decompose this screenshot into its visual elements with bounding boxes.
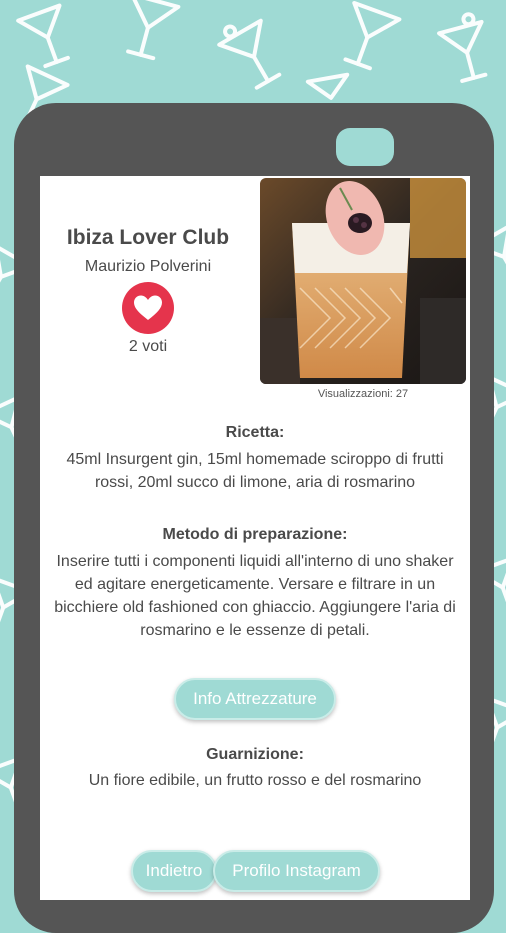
instagram-profile-button[interactable]: Profilo Instagram xyxy=(213,850,380,892)
garnish-text: Un fiore edibile, un frutto rosso e del … xyxy=(88,772,422,789)
equipment-info-button[interactable]: Info Attrezzature xyxy=(174,678,336,720)
like-button[interactable] xyxy=(122,282,174,334)
vote-count: 2 voti xyxy=(128,338,168,355)
method-text: Inserire tutti i componenti liquidi all'… xyxy=(54,553,456,639)
back-button[interactable]: Indietro xyxy=(131,850,217,892)
cocktail-glass-icon xyxy=(126,0,181,61)
heart-icon xyxy=(134,295,162,320)
view-count: Visualizzazioni: 27 xyxy=(317,388,409,400)
cocktail-glass-icon xyxy=(217,18,282,90)
cocktail-photo xyxy=(260,178,466,384)
cocktail-glass-icon xyxy=(305,72,350,100)
ingredients-heading: Ricetta: xyxy=(225,424,285,441)
ingredients-text: 45ml Insurgent gin, 15ml homemade scirop… xyxy=(66,451,444,491)
phone-speaker xyxy=(336,128,394,166)
cocktail-glass-icon xyxy=(437,12,488,83)
recipe-author: Maurizio Polverini xyxy=(84,258,212,275)
garnish-heading: Guarnizione: xyxy=(206,746,304,763)
recipe-screen: Ibiza Lover Club Maurizio Polverini 2 vo… xyxy=(40,176,470,900)
cocktail-glass-icon xyxy=(343,0,402,71)
cocktail-glass-icon xyxy=(16,3,70,69)
recipe-title: Ibiza Lover Club xyxy=(66,226,230,249)
method-heading: Metodo di preparazione: xyxy=(162,526,348,543)
